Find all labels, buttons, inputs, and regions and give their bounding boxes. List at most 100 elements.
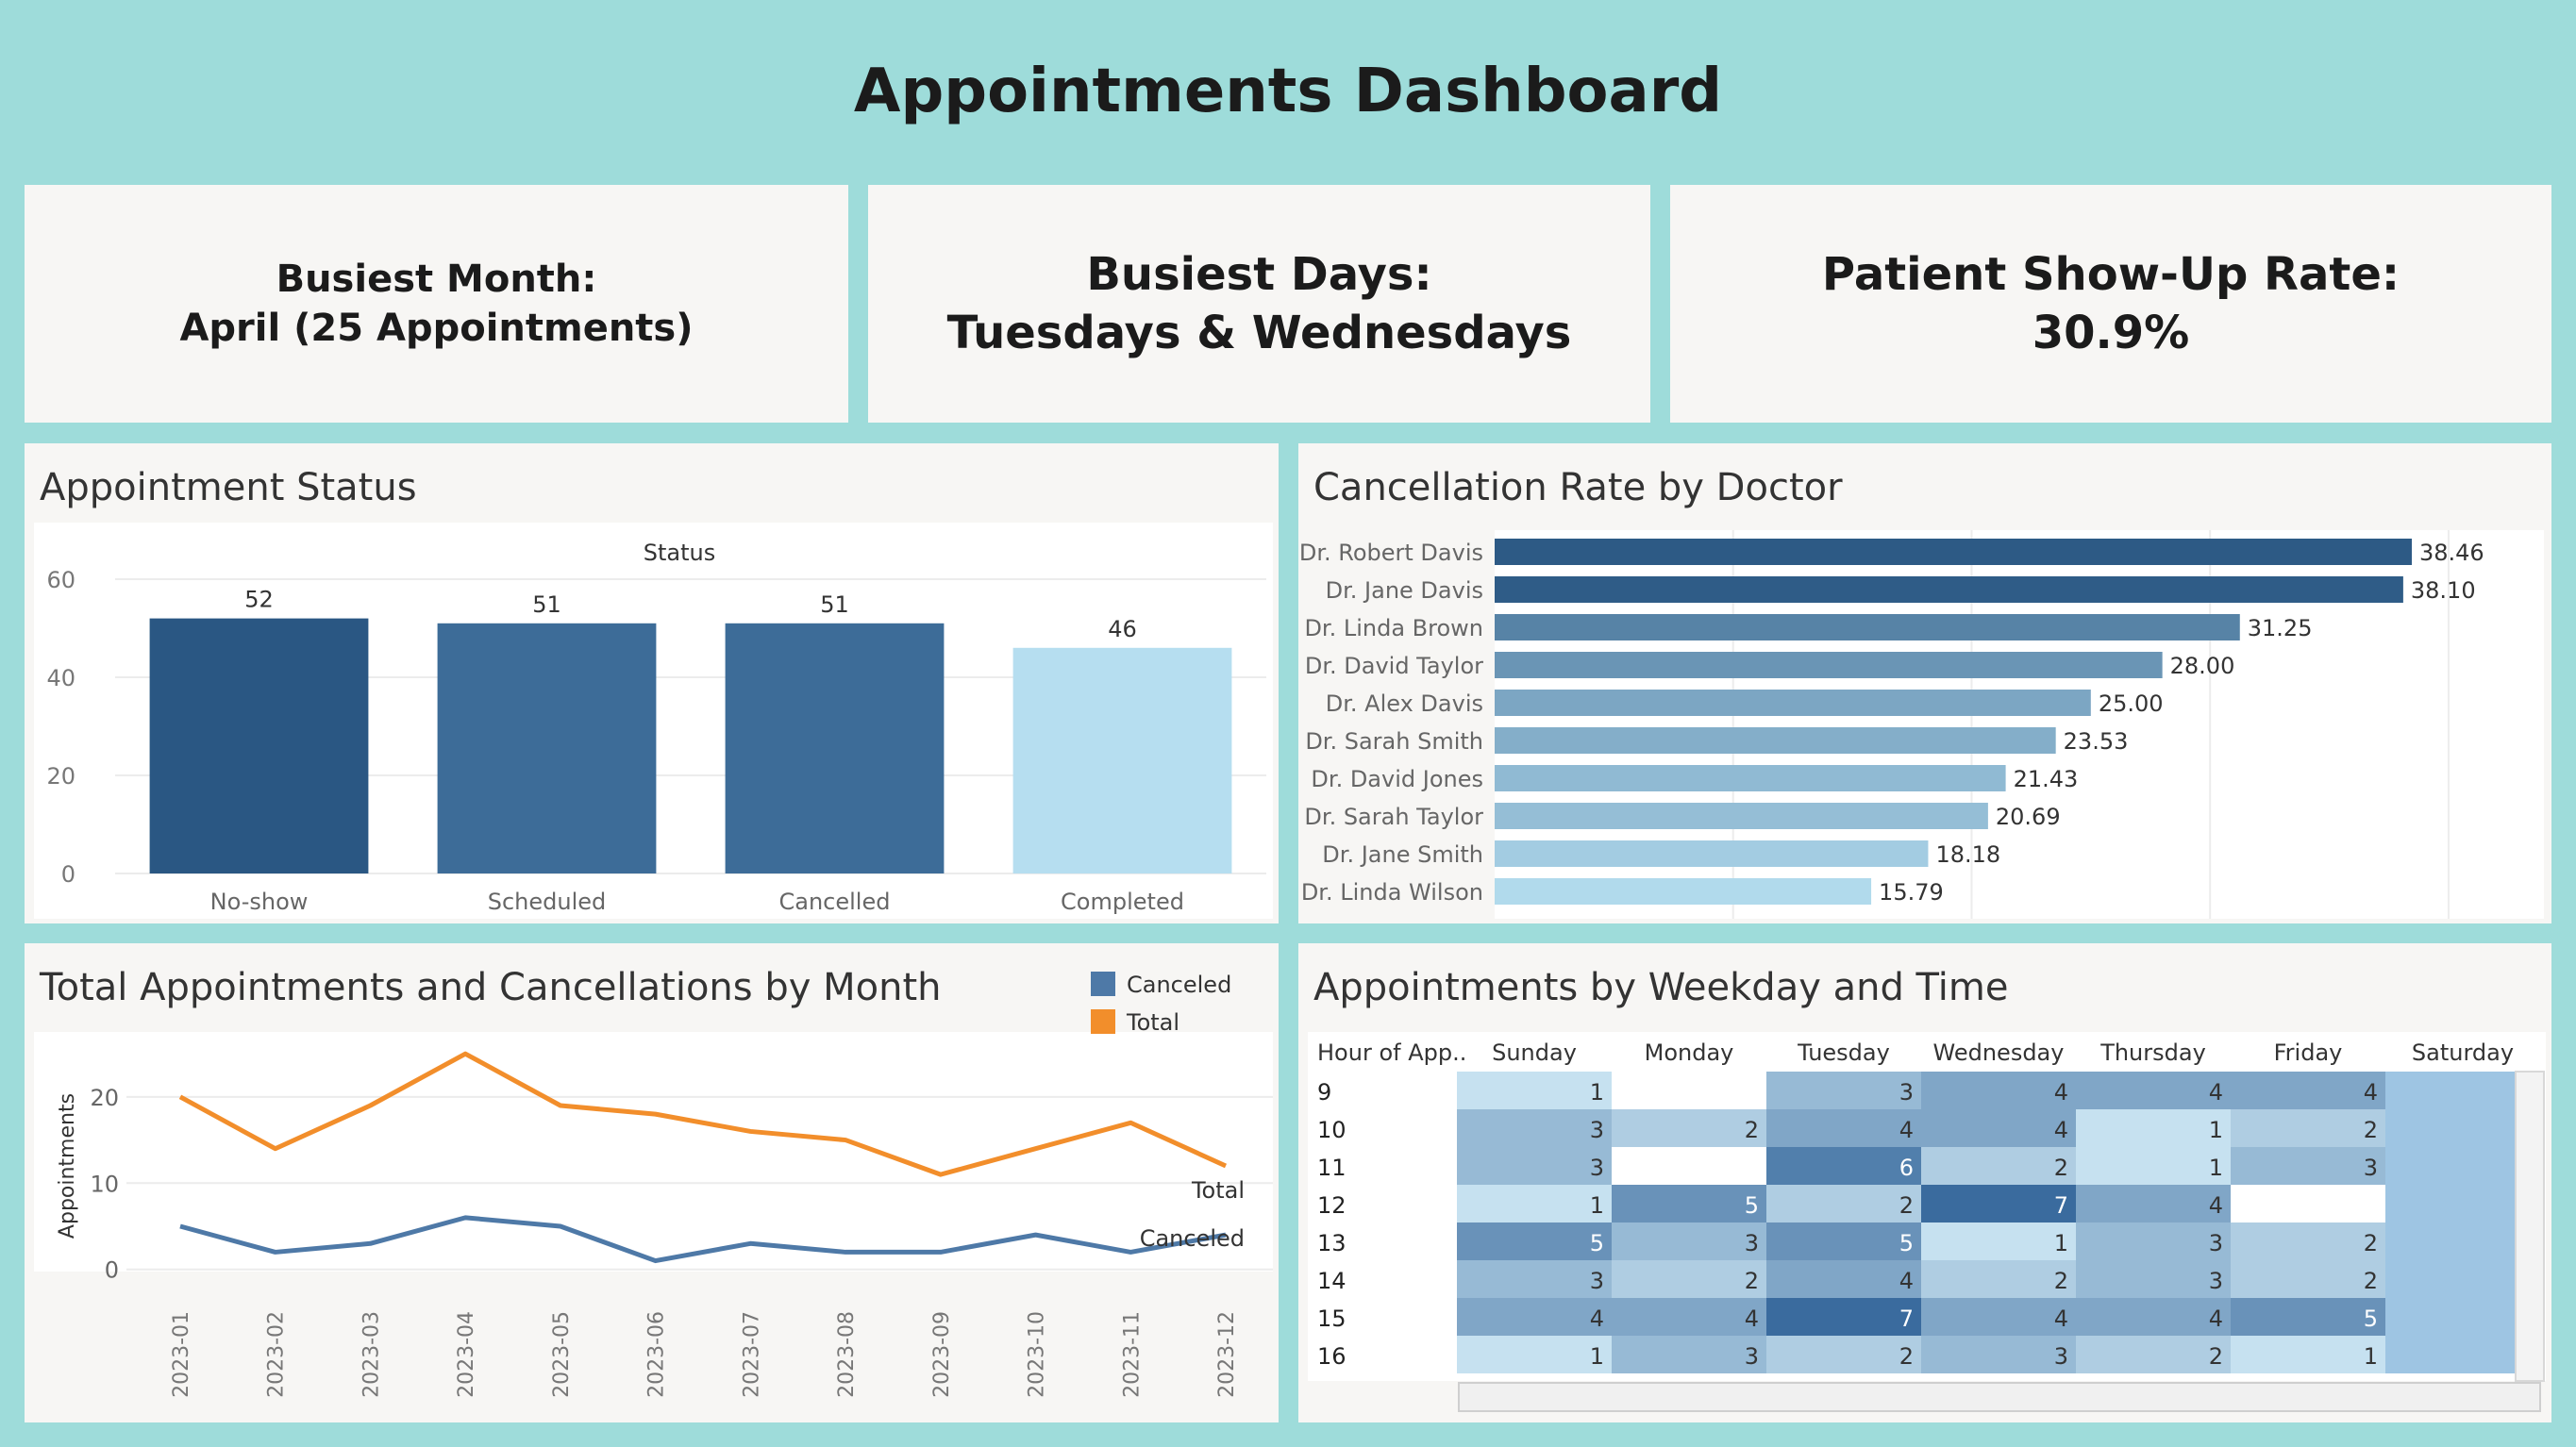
x-tick-label: No-show [210, 889, 309, 915]
heatmap-cell [1766, 1072, 1921, 1109]
doctor-bar [1495, 614, 2240, 640]
heatmap-value: 2 [1899, 1343, 1914, 1370]
kpi-busiest-days-value: Tuesdays & Wednesdays [946, 307, 1572, 359]
heatmap-value: 4 [2209, 1192, 2223, 1219]
y-tick-label: 0 [105, 1257, 119, 1284]
x-tick-label: Completed [1061, 889, 1184, 915]
doctor-bar [1495, 840, 1929, 867]
heatmap-cell [1766, 1260, 1921, 1298]
doctor-name-label: Dr. Linda Brown [1304, 615, 1483, 641]
heatmap-cell [1612, 1109, 1766, 1147]
hour-label: 15 [1317, 1306, 1347, 1332]
vertical-scrollbar[interactable] [2515, 1071, 2545, 1382]
heatmap-value: 2 [2209, 1343, 2223, 1370]
heatmap-value: 4 [1899, 1117, 1914, 1143]
series-end-label: Canceled [1140, 1225, 1245, 1252]
bar-value-label: 51 [532, 591, 561, 618]
column-header: Thursday [2099, 1040, 2206, 1066]
x-tick-label: 2023-09 [930, 1311, 954, 1398]
heatmap-value: 2 [1745, 1268, 1759, 1294]
heatmap-cell [1612, 1185, 1766, 1222]
doctor-value-label: 15.79 [1879, 879, 1944, 906]
heatmap-value: 3 [1899, 1079, 1914, 1106]
x-tick-label: 2023-06 [645, 1311, 669, 1398]
doctor-bar [1495, 765, 2006, 791]
bar-value-label: 52 [244, 587, 274, 613]
heatmap-cell [1766, 1222, 1921, 1260]
heatmap-cell [1457, 1109, 1612, 1147]
heatmap-value: 2 [2364, 1230, 2378, 1256]
heatmap-cell [1612, 1260, 1766, 1298]
heatmap-cell [1766, 1336, 1921, 1373]
legend-label: Total [1126, 1009, 1179, 1036]
heatmap-value: 1 [1590, 1343, 1604, 1370]
kpi-busiest-days-label: Busiest Days: [1086, 247, 1432, 301]
heatmap-value: 2 [1745, 1117, 1759, 1143]
column-header: Wednesday [1933, 1040, 2065, 1066]
hour-label: 12 [1317, 1192, 1347, 1219]
horizontal-scrollbar[interactable] [1458, 1382, 2541, 1412]
heatmap-cell [1612, 1298, 1766, 1336]
heatmap-cell [1766, 1147, 1921, 1185]
heatmap-cell [1921, 1109, 2076, 1147]
heatmap-value: 4 [2209, 1079, 2223, 1106]
heatmap-cell [2076, 1298, 2231, 1336]
heatmap-value: 2 [2364, 1117, 2378, 1143]
heatmap-cell [1457, 1072, 1612, 1109]
heatmap-value: 5 [1590, 1230, 1604, 1256]
doctor-bar [1495, 878, 1872, 905]
heatmap-value: 3 [2054, 1343, 2068, 1370]
doctor-name-label: Dr. Sarah Taylor [1304, 804, 1483, 830]
heatmap-cell [2231, 1260, 2385, 1298]
monthly-panel: Total Appointments and Cancellations by … [25, 943, 1279, 1422]
doctor-value-label: 38.10 [2411, 577, 2476, 604]
doctor-name-label: Dr. David Jones [1311, 766, 1483, 792]
legend-swatch [1091, 972, 1115, 996]
heatmap-cell [1921, 1185, 2076, 1222]
doctor-value-label: 28.00 [2170, 653, 2235, 679]
appointment-status-panel: Appointment Status Status 0 20 40 60 52 No-sho… [25, 443, 1279, 923]
doctor-value-label: 31.25 [2248, 615, 2313, 641]
cancellation-rate-panel: Cancellation Rate by Doctor Dr. Robert D… [1298, 443, 2551, 923]
heatmap-cell [1457, 1298, 1612, 1336]
column-header: Tuesday [1797, 1040, 1890, 1066]
hour-label: 14 [1317, 1268, 1347, 1294]
heatmap-value: 1 [2054, 1230, 2068, 1256]
heatmap-cell [2231, 1298, 2385, 1336]
heatmap-value: 2 [2054, 1268, 2068, 1294]
heatmap-cell [2231, 1109, 2385, 1147]
column-header: Saturday [2412, 1040, 2514, 1066]
y-tick-label: 20 [90, 1085, 119, 1111]
heatmap-value: 1 [1590, 1192, 1604, 1219]
heatmap-cell [1921, 1260, 2076, 1298]
heatmap-value: 3 [2209, 1230, 2223, 1256]
hour-label: 10 [1317, 1117, 1347, 1143]
heatmap-cell [2076, 1260, 2231, 1298]
heatmap-value: 4 [1590, 1306, 1604, 1332]
doctor-value-label: 21.43 [2014, 766, 2079, 792]
heatmap-value: 6 [1899, 1155, 1914, 1181]
bar [725, 623, 945, 873]
y-tick-label: 10 [90, 1171, 119, 1197]
heatmap-cell [1921, 1336, 2076, 1373]
heatmap-cell [2076, 1147, 2231, 1185]
heatmap-cell [1921, 1147, 2076, 1185]
doctor-value-label: 20.69 [1996, 804, 2061, 830]
heatmap-cell [2231, 1147, 2385, 1185]
heatmap-value: 5 [2364, 1306, 2378, 1332]
legend-label: Canceled [1127, 972, 1231, 998]
x-tick-label: 2023-07 [740, 1311, 763, 1398]
bar [1012, 647, 1232, 873]
heatmap-cell [2231, 1222, 2385, 1260]
doctor-value-label: 23.53 [2064, 728, 2129, 755]
chart-subtitle: Status [644, 540, 715, 566]
doctor-chart: Dr. Robert Davis 38.46 Dr. Jane Davis 38.10… [1299, 530, 2544, 919]
heatmap-value: 5 [1745, 1192, 1759, 1219]
doctor-bar [1495, 803, 1988, 829]
heatmap-cell [2076, 1222, 2231, 1260]
x-tick-label: 2023-01 [170, 1311, 193, 1398]
heatmap-value: 4 [2054, 1306, 2068, 1332]
doctor-name-label: Dr. Jane Smith [1322, 841, 1483, 868]
bar-value-label: 51 [820, 591, 849, 618]
bar [437, 623, 657, 873]
